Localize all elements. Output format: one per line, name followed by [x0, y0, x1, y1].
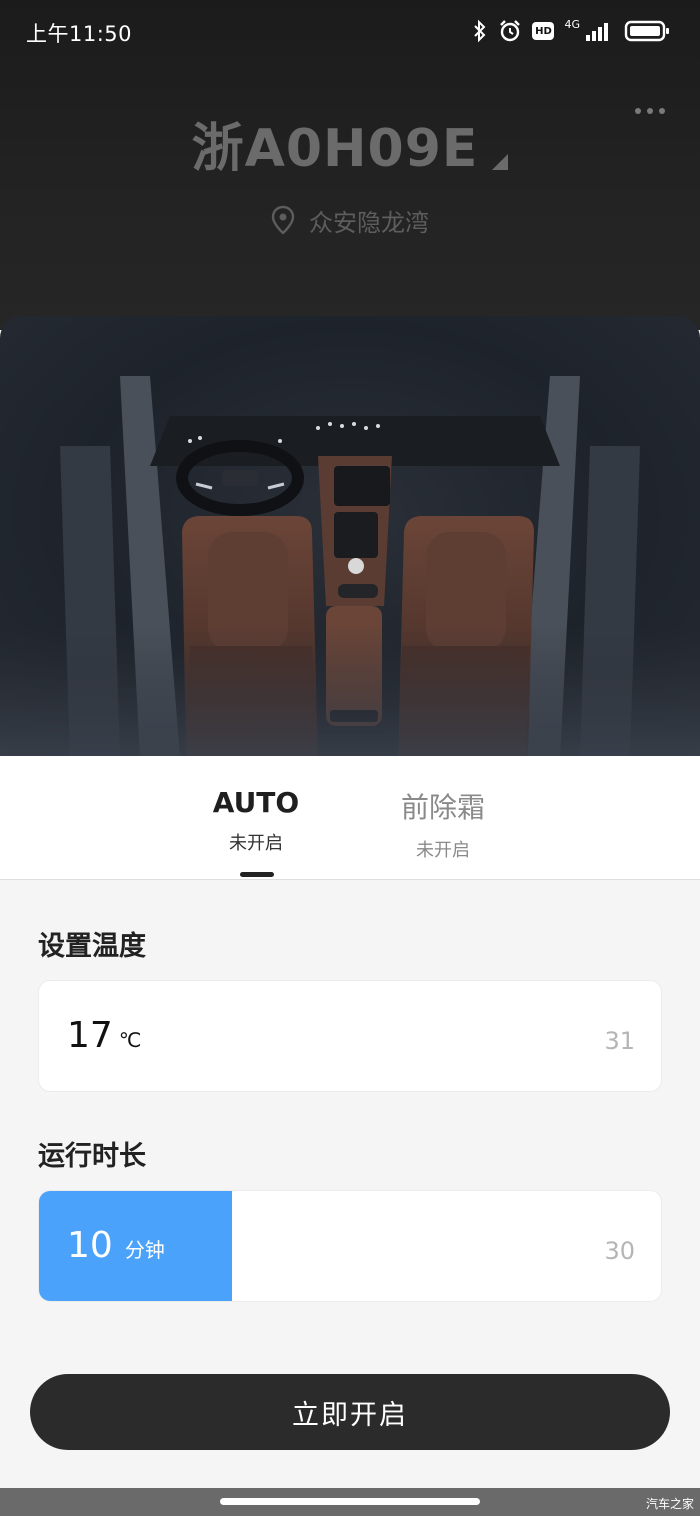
temperature-section-title: 设置温度 [38, 931, 146, 962]
signal-icon [586, 23, 608, 41]
tab-auto[interactable]: AUTO 未开启 [176, 786, 336, 855]
license-plate: 浙A0H09E [191, 118, 479, 179]
status-time: 上午11:50 [26, 22, 133, 46]
duration-value-row: 10 分钟 [67, 1225, 165, 1266]
car-interior-illustration [0, 316, 700, 758]
temperature-value-row: 17 ℃ [67, 1015, 141, 1056]
active-tab-indicator [240, 872, 274, 877]
car-interior-image [0, 316, 700, 758]
location-name: 众安隐龙湾 [309, 208, 429, 237]
temperature-slider[interactable]: 17 ℃ 31 [38, 980, 662, 1092]
tab-front-defrost[interactable]: 前除霜 未开启 [363, 786, 523, 862]
tab-front-defrost-title: 前除霜 [400, 791, 485, 824]
duration-slider[interactable]: 10 分钟 30 [38, 1190, 662, 1302]
tab-auto-title: AUTO [212, 786, 300, 819]
mode-tabs: AUTO 未开启 前除霜 未开启 [0, 756, 700, 880]
vehicle-selector[interactable]: 浙A0H09E [0, 108, 700, 179]
vehicle-location: 众安隐龙湾 [0, 200, 700, 240]
dropdown-triangle-icon [492, 154, 509, 170]
network-label: 4G [564, 17, 580, 31]
status-bar: 上午11:50 HD 4G [0, 0, 700, 62]
dot-icon [635, 108, 641, 114]
start-now-button[interactable]: 立即开启 [30, 1374, 670, 1450]
bluetooth-icon [474, 19, 486, 43]
hd-icon: HD [532, 22, 555, 40]
temperature-unit: ℃ [118, 1028, 142, 1052]
header-area: 上午11:50 HD 4G 浙A0H09E 众安隐龙湾 [0, 0, 700, 330]
duration-max: 30 [604, 1237, 635, 1265]
home-indicator[interactable] [220, 1498, 480, 1505]
duration-section-title: 运行时长 [38, 1141, 146, 1172]
temperature-max: 31 [604, 1027, 635, 1055]
temperature-value: 17 [67, 1015, 113, 1056]
tab-front-defrost-status: 未开启 [416, 840, 470, 861]
tab-auto-status: 未开启 [229, 833, 283, 854]
duration-unit: 分钟 [124, 1238, 165, 1262]
duration-value: 10 [67, 1225, 113, 1266]
dot-icon [659, 108, 665, 114]
location-pin-icon [271, 205, 295, 235]
more-options-button[interactable] [632, 96, 668, 126]
status-icons: HD 4G [472, 16, 670, 46]
dot-icon [647, 108, 653, 114]
navigation-bar: 汽车之家 [0, 1488, 700, 1516]
alarm-icon [500, 20, 521, 42]
watermark: 汽车之家 [645, 1497, 694, 1511]
battery-icon [624, 20, 669, 42]
